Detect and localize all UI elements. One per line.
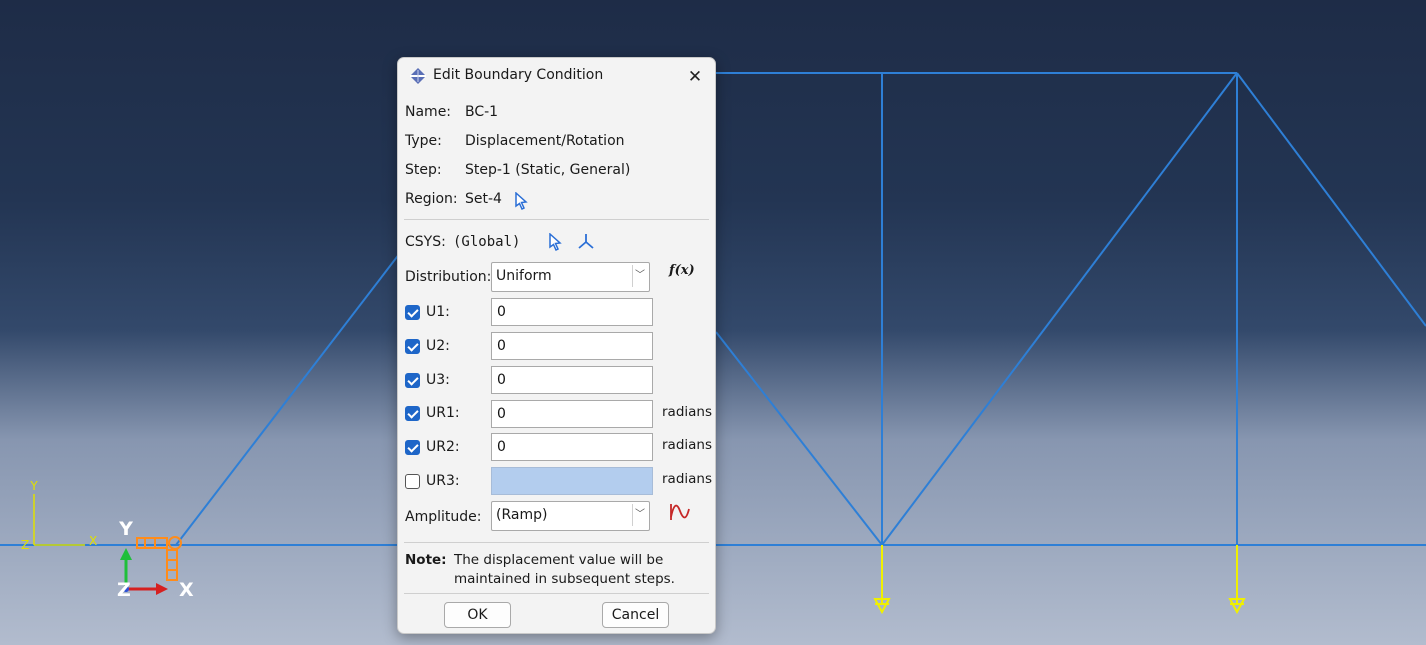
u1-label: U1:	[426, 304, 450, 320]
type-value: Displacement/Rotation	[465, 133, 625, 149]
truss-diagonal-mid-right	[881, 72, 1238, 546]
ur1-input[interactable]: 0	[491, 400, 653, 428]
cancel-button[interactable]: Cancel	[602, 602, 669, 628]
note-line-1: The displacement value will be	[454, 552, 664, 568]
csys-select-cursor-icon[interactable]	[548, 233, 562, 251]
large-triad-z-label: Z	[117, 579, 131, 601]
large-triad-x-label: X	[179, 579, 194, 601]
ur3-input[interactable]	[491, 467, 653, 495]
region-label: Region:	[405, 191, 458, 207]
boundary-condition-icon	[410, 68, 426, 84]
load-arrow-1	[873, 545, 891, 615]
amplitude-label: Amplitude:	[405, 509, 482, 525]
distribution-select-value: Uniform	[496, 268, 552, 284]
csys-label: CSYS:	[405, 234, 446, 250]
note-line-2: maintained in subsequent steps.	[454, 571, 675, 587]
amplitude-select-value: (Ramp)	[496, 507, 548, 523]
amplitude-create-icon[interactable]	[668, 501, 692, 523]
u3-label: U3:	[426, 372, 450, 388]
type-label: Type:	[405, 133, 442, 149]
u2-label: U2:	[426, 338, 450, 354]
separator	[404, 593, 709, 594]
ur2-label: UR2:	[426, 439, 460, 455]
csys-create-icon[interactable]	[577, 232, 595, 250]
chevron-down-icon: ﹀	[632, 504, 647, 526]
ur1-label: UR1:	[426, 405, 460, 421]
truss-diagonal-right	[1236, 72, 1426, 327]
small-axis-triad: Y X Z	[21, 479, 97, 552]
edit-boundary-condition-dialog: Edit Boundary Condition ✕ Name: BC-1 Typ…	[397, 57, 716, 634]
function-fx-button[interactable]: f(x)	[669, 263, 695, 278]
region-value: Set-4	[465, 191, 502, 207]
amplitude-select[interactable]: (Ramp) ﹀	[491, 501, 650, 531]
u3-checkbox[interactable]	[405, 373, 420, 388]
close-icon: ✕	[687, 67, 703, 87]
u1-checkbox[interactable]	[405, 305, 420, 320]
ur2-units: radians	[662, 437, 713, 453]
step-label: Step:	[405, 162, 442, 178]
truss-diagonal-left	[175, 252, 401, 546]
name-label: Name:	[405, 104, 452, 120]
step-value: Step-1 (Static, General)	[465, 162, 631, 178]
note-label: Note:	[405, 552, 447, 568]
truss-diagonal-mid-left	[715, 331, 883, 546]
small-triad-x-label: X	[89, 534, 97, 548]
close-button[interactable]: ✕	[684, 66, 706, 88]
u2-input[interactable]: 0	[491, 332, 653, 360]
u2-checkbox[interactable]	[405, 339, 420, 354]
chevron-down-icon: ﹀	[632, 265, 647, 287]
distribution-select[interactable]: Uniform ﹀	[491, 262, 650, 292]
ur2-checkbox[interactable]	[405, 440, 420, 455]
u3-input[interactable]: 0	[491, 366, 653, 394]
load-arrow-2	[1228, 545, 1246, 615]
distribution-label: Distribution:	[405, 269, 492, 285]
separator	[404, 542, 709, 543]
separator	[404, 219, 709, 220]
u1-input[interactable]: 0	[491, 298, 653, 326]
csys-value: (Global)	[453, 234, 521, 250]
ok-button[interactable]: OK	[444, 602, 511, 628]
small-triad-z-label: Z	[21, 538, 29, 552]
region-select-cursor-icon[interactable]	[514, 192, 528, 210]
ur1-checkbox[interactable]	[405, 406, 420, 421]
name-value: BC-1	[465, 104, 499, 120]
large-triad-y-label: Y	[118, 518, 133, 540]
ur3-checkbox[interactable]	[405, 474, 420, 489]
small-triad-y-label: Y	[29, 479, 38, 493]
boundary-condition-symbol	[136, 536, 182, 581]
ur3-label: UR3:	[426, 473, 460, 489]
ur3-units: radians	[662, 471, 713, 487]
ur1-units: radians	[662, 404, 713, 420]
ur2-input[interactable]: 0	[491, 433, 653, 461]
dialog-title: Edit Boundary Condition	[433, 67, 604, 83]
large-axis-triad: Y X Z	[117, 518, 194, 601]
